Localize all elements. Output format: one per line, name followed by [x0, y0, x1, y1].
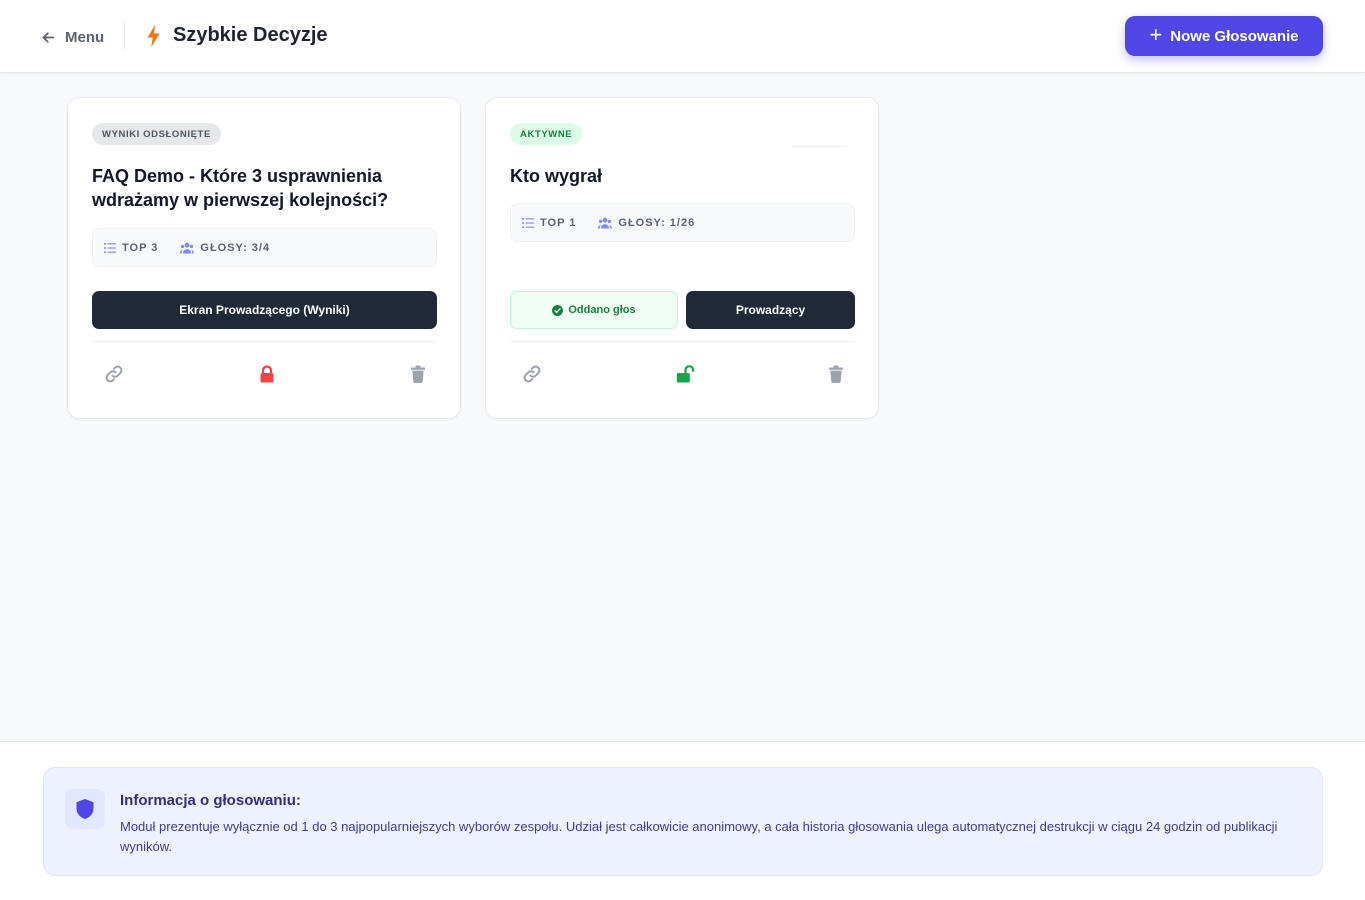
list-ordered-icon: [522, 217, 534, 228]
poll-meta: TOP 1 GŁOSY: 1/26: [510, 203, 855, 242]
top-bar: Menu Szybkie Decyzje + Nowe Głosowanie: [0, 0, 1365, 73]
shield-icon: [76, 799, 94, 819]
info-box: Informacja o głosowaniu: Moduł prezentuj…: [43, 767, 1323, 876]
status-badge: AKTYWNE: [510, 123, 583, 145]
link-icon: [105, 365, 123, 383]
plus-icon: +: [1149, 22, 1163, 47]
host-button[interactable]: Prowadzący: [686, 291, 855, 329]
lock-toggle-button[interactable]: [255, 362, 279, 386]
bolt-icon: [147, 24, 160, 47]
trash-icon: [411, 365, 425, 384]
poll-title: Kto wygrał: [510, 166, 603, 186]
users-icon: [598, 217, 613, 228]
back-to-menu-link[interactable]: Menu: [40, 25, 104, 49]
card-divider: [92, 341, 437, 342]
users-icon: [180, 242, 195, 253]
copy-link-button[interactable]: [102, 362, 126, 386]
lock-icon: [260, 365, 274, 383]
voted-status: Oddano głos: [510, 291, 678, 329]
votes-count: GŁOSY: 1/26: [618, 216, 696, 229]
poll-meta: TOP 3 GŁOSY: 3/4: [92, 228, 437, 267]
status-badge: WYNIKI ODSŁONIĘTE: [92, 123, 221, 145]
delete-button[interactable]: [824, 362, 848, 386]
brand: Szybkie Decyzje: [146, 24, 328, 47]
poll-title: FAQ Demo - Które 3 usprawnienia wdrażamy…: [92, 166, 389, 210]
top-count: TOP 1: [540, 216, 577, 229]
check-circle-icon: [552, 304, 564, 316]
divider: [792, 146, 847, 147]
delete-button[interactable]: [406, 362, 430, 386]
votes-count: GŁOSY: 3/4: [200, 241, 271, 254]
copy-link-button[interactable]: [520, 362, 544, 386]
poll-card: WYNIKI ODSŁONIĘTE FAQ Demo - Które 3 usp…: [67, 97, 461, 419]
info-title: Informacja o głosowaniu:: [120, 792, 301, 809]
arrow-left-icon: [42, 31, 55, 43]
trash-icon: [829, 365, 843, 384]
info-icon-box: [65, 789, 105, 829]
info-text: Moduł prezentuje wyłącznie od 1 do 3 naj…: [120, 819, 1278, 854]
header-divider: [124, 21, 125, 50]
voted-label: Oddano głos: [568, 304, 636, 316]
lock-toggle-button[interactable]: [673, 362, 697, 386]
top-count: TOP 3: [122, 241, 159, 254]
card-divider: [510, 341, 855, 342]
poll-card: AKTYWNE Kto wygrał TOP 1 GŁOSY: 1/26 Odd…: [485, 97, 879, 419]
app-title: Szybkie Decyzje: [173, 24, 328, 46]
new-vote-label: Nowe Głosowanie: [1170, 27, 1299, 45]
link-icon: [523, 365, 541, 383]
back-label: Menu: [65, 28, 105, 46]
host-results-button[interactable]: Ekran Prowadzącego (Wyniki): [92, 291, 437, 329]
new-vote-button[interactable]: + Nowe Głosowanie: [1125, 16, 1323, 56]
list-ordered-icon: [104, 242, 116, 253]
unlock-icon: [676, 365, 695, 383]
